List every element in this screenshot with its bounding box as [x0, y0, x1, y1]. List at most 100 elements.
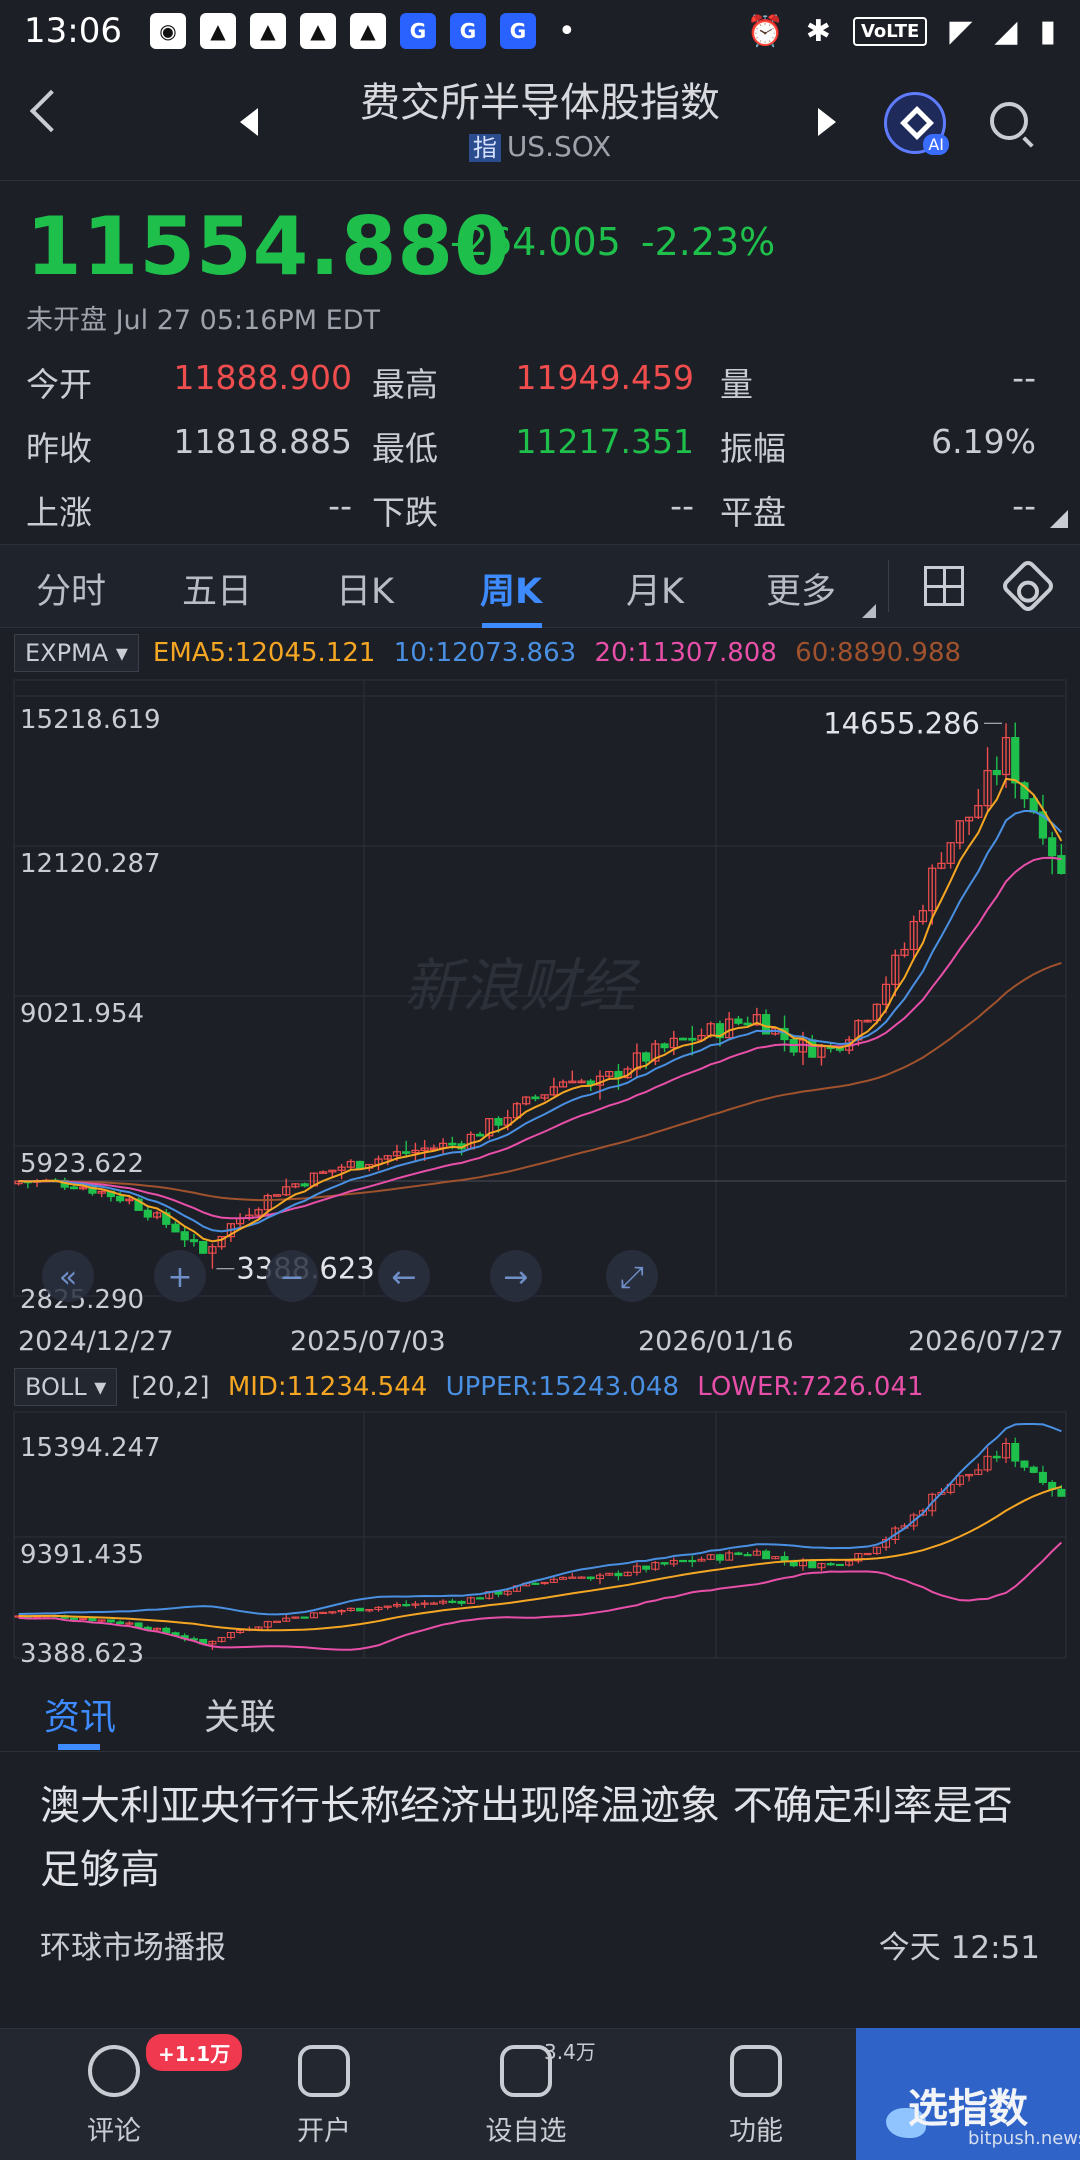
stat-value: 11949.459 [515, 358, 694, 397]
candle-body [1020, 1460, 1029, 1468]
chart-control-button[interactable]: ⤢ [606, 1250, 658, 1302]
current-price: 11554.880 [26, 200, 511, 293]
y-tick-label: 9391.435 [20, 1540, 144, 1570]
candle-body [531, 1096, 540, 1100]
candle-body [300, 1183, 309, 1187]
boll-mid-value: MID:11234.544 [227, 1372, 428, 1402]
tab-news[interactable]: 资讯 [44, 1688, 116, 1740]
open-account-button[interactable]: 开户 [254, 2045, 394, 2148]
chart-control-button[interactable]: → [490, 1250, 542, 1302]
comment-icon [88, 2045, 140, 2097]
control-glyph: « [59, 1260, 77, 1295]
candle-body [992, 769, 1001, 776]
candle-body [356, 1607, 365, 1612]
candle-body [448, 1600, 457, 1603]
functions-button[interactable]: 功能 [686, 2045, 826, 2148]
candle-body [743, 1554, 752, 1557]
control-glyph: − [279, 1260, 304, 1295]
chart-control-button[interactable]: ← [378, 1250, 430, 1302]
candle-body [494, 1118, 503, 1126]
candle-body [189, 1239, 199, 1243]
boll-upper-value: UPPER:15243.048 [445, 1372, 680, 1402]
stat-label: 下跌 [372, 493, 438, 532]
candle-body [300, 1616, 309, 1619]
next-index-icon[interactable] [818, 108, 836, 136]
candle-body [180, 1231, 189, 1241]
candle-body [679, 1559, 688, 1563]
more-notifications-icon: • [557, 13, 576, 49]
app-header: 费交所半导体股指数 指 US.SOX AI [0, 62, 1080, 180]
tab-monthly-k[interactable]: 月K [626, 563, 684, 614]
y-tick-label: 15394.247 [20, 1433, 161, 1463]
more-dropdown-icon [862, 604, 876, 618]
symbol-code: US.SOX [506, 130, 612, 163]
stats-grid: 今开 11888.900 最高 11949.459 量 -- 昨收 11818.… [26, 358, 1046, 550]
candle-body [162, 1627, 171, 1634]
search-icon[interactable] [990, 102, 1028, 140]
candle-body [88, 1617, 97, 1622]
wifi-icon: ◤ [949, 13, 973, 49]
candle-body [457, 1600, 466, 1604]
weekly-candlestick-chart[interactable]: 新浪财经15218.61912120.2879021.9545923.62228… [0, 676, 1080, 1316]
tab-related[interactable]: 关联 [204, 1688, 276, 1740]
chart-control-button[interactable]: + [154, 1250, 206, 1302]
divider [888, 560, 889, 612]
control-glyph: → [503, 1260, 528, 1295]
notification-icon: G [449, 13, 486, 49]
y-tick-label: 15218.619 [20, 705, 161, 735]
candle-body [762, 1550, 771, 1560]
tab-label: 开户 [297, 2116, 351, 2147]
expand-stats-icon[interactable] [1050, 510, 1068, 528]
ema20-value: 20:11307.808 [594, 638, 777, 668]
main-indicator-legend: EXPMA ▾ EMA5:12045.121 10:12073.863 20:11… [14, 634, 961, 672]
control-glyph: ⤢ [620, 1260, 644, 1295]
candle-body [780, 1556, 789, 1562]
candle-body [1038, 1471, 1047, 1483]
candle-body [116, 1195, 125, 1202]
notification-icon: ◉ [149, 13, 186, 49]
chart-control-button[interactable]: − [266, 1250, 318, 1302]
stat-value: -- [328, 486, 352, 525]
stat-label: 量 [720, 365, 753, 404]
candle-body [1011, 737, 1020, 784]
layout-grid-icon[interactable] [924, 566, 964, 606]
tab-five-day[interactable]: 五日 [182, 563, 252, 614]
boll-select-button[interactable]: BOLL ▾ [14, 1368, 118, 1406]
tab-more[interactable]: 更多 [766, 563, 836, 614]
candle-body [402, 1604, 411, 1607]
candle-body [171, 1223, 180, 1233]
stats-row: 上涨 -- 下跌 -- 平盘 -- [26, 486, 1046, 550]
alarm-icon: ⏰ [746, 13, 784, 49]
indicator-select-button[interactable]: EXPMA ▾ [14, 634, 139, 672]
candle-body [106, 1619, 115, 1623]
index-badge: 指 [468, 134, 501, 162]
candle-body [1048, 837, 1057, 857]
y-tick-label: 9021.954 [20, 999, 144, 1029]
candle-body [116, 1621, 125, 1625]
notification-icon: ▲ [349, 13, 386, 49]
select-index-promo[interactable]: 选指数 bitpush.news [856, 2028, 1080, 2160]
tab-daily-k[interactable]: 日K [336, 563, 394, 614]
tab-weekly-k[interactable]: 周K [480, 563, 542, 614]
tab-label: 功能 [729, 2116, 783, 2147]
promo-sub: bitpush.news [968, 2128, 1080, 2149]
candle-body [715, 1554, 724, 1561]
notification-icon: G [499, 13, 536, 49]
candle-body [642, 1565, 651, 1570]
boll-chart[interactable]: 15394.247 9391.435 3388.623 [0, 1410, 1080, 1672]
stat-value: 11217.351 [515, 422, 694, 461]
candle-body [678, 1037, 688, 1041]
status-bar: 13:06 ◉ ▲ ▲ ▲ ▲ G G G • ⏰ ✱ VoLTE ◤ ◢ ▮ [0, 0, 1080, 62]
chart-control-button[interactable]: « [42, 1250, 94, 1302]
menu-icon [730, 2045, 782, 2097]
tab-intraday[interactable]: 分时 [36, 563, 106, 614]
ema5-value: EMA5:12045.121 [152, 638, 376, 668]
ai-assistant-button[interactable]: AI [884, 92, 949, 155]
stat-label: 今开 [26, 365, 92, 404]
candle-body [992, 1455, 1001, 1459]
news-headline[interactable]: 澳大利亚央行行长称经济出现降温迹象 不确定利率是否足够高 [40, 1774, 1040, 1902]
candle-body [69, 1617, 78, 1620]
stat-label: 最高 [372, 365, 438, 404]
divider [0, 180, 1080, 181]
candle-body [734, 1552, 743, 1556]
